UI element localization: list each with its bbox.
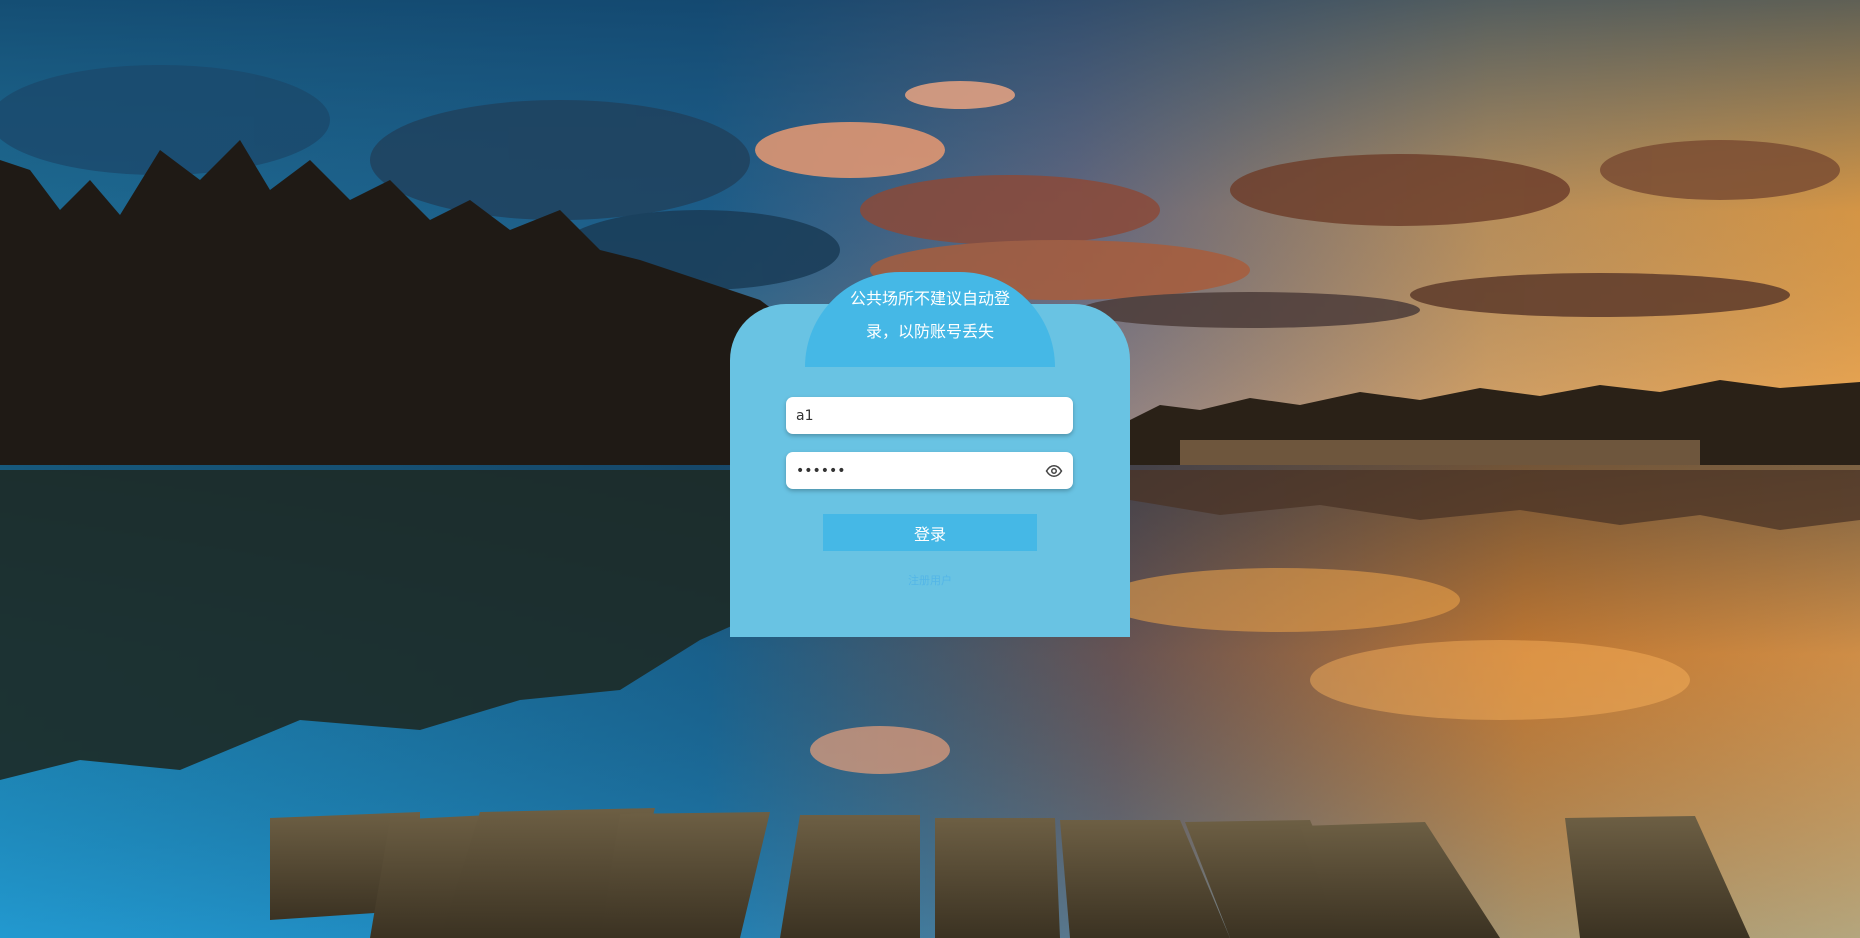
password-input[interactable] — [796, 452, 1045, 489]
username-field[interactable] — [786, 397, 1073, 434]
login-button[interactable]: 登录 — [823, 514, 1037, 551]
password-field[interactable] — [786, 452, 1073, 489]
username-input[interactable] — [796, 397, 1063, 434]
eye-icon[interactable] — [1045, 462, 1063, 480]
auto-login-notice: 公共场所不建议自动登 录，以防账号丢失 — [805, 272, 1055, 367]
login-panel: 公共场所不建议自动登 录，以防账号丢失 登录 注册用户 — [730, 272, 1130, 637]
register-link[interactable]: 注册用户 — [730, 572, 1130, 588]
eye-icon-svg — [1045, 464, 1063, 477]
notice-line-2: 录，以防账号丢失 — [865, 322, 994, 341]
notice-line-1: 公共场所不建议自动登 — [849, 289, 1010, 308]
